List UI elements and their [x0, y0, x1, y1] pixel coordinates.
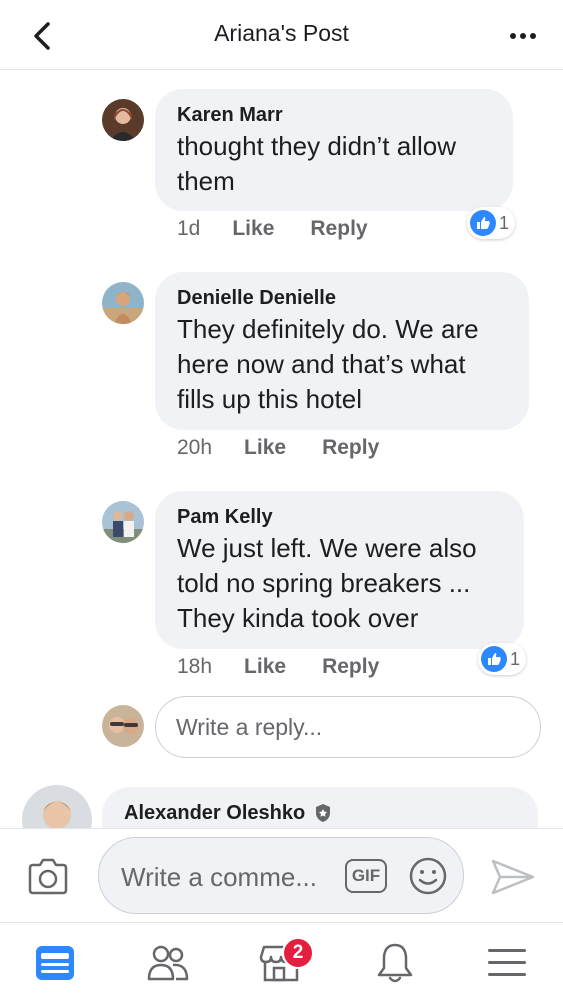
tab-menu[interactable] [484, 941, 530, 985]
more-options-button[interactable] [503, 24, 543, 48]
comment-actions: 18h Like Reply [177, 655, 415, 679]
avatar-image [102, 705, 144, 747]
send-icon [491, 859, 535, 895]
comments-list[interactable]: Karen Marr thought they didn’t allow the… [0, 71, 563, 828]
comment-text-line: here now and that’s what [177, 349, 466, 379]
comment-bubble[interactable]: Pam Kelly We just left. We were also tol… [155, 491, 524, 649]
like-button[interactable]: Like [232, 217, 274, 241]
more-dot [530, 33, 536, 39]
comment-author[interactable]: Alexander Oleshko [124, 801, 516, 825]
avatar[interactable] [22, 785, 92, 828]
back-button[interactable] [22, 16, 62, 56]
comment-timestamp: 1d [177, 217, 201, 240]
camera-icon [28, 858, 68, 895]
marketplace-badge: 2 [282, 937, 314, 969]
comment-actions: 20h Like Reply [177, 436, 415, 460]
tab-friends[interactable] [145, 941, 191, 985]
comment-text-line: We just left. We were also [177, 533, 477, 563]
avatar-image [102, 501, 144, 543]
avatar[interactable] [102, 501, 144, 543]
smile-icon [409, 857, 447, 895]
reaction-count: 1 [499, 212, 510, 233]
shield-badge-icon [316, 804, 331, 822]
like-reaction-icon [470, 210, 496, 236]
comment-bubble[interactable]: Denielle Denielle They definitely do. We… [155, 272, 529, 430]
friends-icon [147, 945, 189, 981]
reply-button[interactable]: Reply [322, 655, 379, 679]
comment-timestamp: 18h [177, 655, 213, 678]
comment-input-placeholder: Write a comme... [121, 862, 318, 892]
avatar[interactable] [102, 99, 144, 141]
comment-text-line: them [177, 166, 235, 196]
comment-text: We just left. We were also told no sprin… [177, 531, 502, 636]
comment-author[interactable]: Pam Kelly [177, 505, 502, 529]
header: Ariana's Post [0, 0, 563, 70]
tab-notifications[interactable] [372, 941, 418, 985]
comment-text-line: They definitely do. We are [177, 314, 479, 344]
more-dot [520, 33, 526, 39]
notifications-icon [377, 943, 413, 983]
avatar-image [102, 282, 144, 324]
gif-button[interactable]: GIF [345, 859, 387, 893]
menu-icon [488, 949, 526, 976]
reply-button[interactable]: Reply [310, 217, 367, 241]
comment-author[interactable]: Karen Marr [177, 103, 491, 127]
reply-button[interactable]: Reply [322, 436, 379, 460]
like-button[interactable]: Like [244, 436, 286, 460]
comment-bubble[interactable]: Karen Marr thought they didn’t allow the… [155, 89, 513, 211]
comment-text: thought they didn’t allow them [177, 129, 491, 199]
comment-text-line: fills up this hotel [177, 384, 362, 414]
reaction-summary[interactable]: 1 [467, 207, 516, 239]
like-button[interactable]: Like [244, 655, 286, 679]
reaction-summary[interactable]: 1 [478, 643, 527, 675]
current-user-avatar [102, 705, 144, 747]
avatar-image [102, 99, 144, 141]
like-reaction-icon [481, 646, 507, 672]
comment-actions: 1d Like Reply [177, 217, 404, 241]
comment-author[interactable]: Denielle Denielle [177, 286, 507, 310]
comment-composer: Write a comme... GIF [0, 828, 563, 922]
reply-input[interactable]: Write a reply... [155, 696, 541, 758]
comment-input[interactable]: Write a comme... GIF [98, 837, 464, 914]
chevron-left-icon [34, 22, 50, 50]
comment-text-line: They kinda took over [177, 603, 419, 633]
comment-text-line: told no spring breakers ... [177, 568, 471, 598]
comment-bubble[interactable]: Alexander Oleshko [102, 787, 538, 828]
page-title: Ariana's Post [214, 20, 349, 46]
send-button[interactable] [490, 857, 536, 897]
reply-input-placeholder: Write a reply... [176, 714, 323, 740]
comment-timestamp: 20h [177, 436, 213, 459]
comment-text-line: thought they didn’t allow [177, 131, 456, 161]
avatar[interactable] [102, 282, 144, 324]
camera-button[interactable] [26, 857, 70, 897]
comment-author-name: Alexander Oleshko [124, 802, 306, 824]
tab-news-feed[interactable] [32, 941, 78, 985]
comment-text: They definitely do. We are here now and … [177, 312, 507, 417]
news-feed-icon [36, 946, 74, 980]
reaction-count: 1 [510, 648, 521, 669]
avatar-image [22, 785, 92, 828]
emoji-button[interactable] [408, 856, 448, 896]
more-dots-icon [510, 33, 516, 39]
tab-bar: 2 [0, 922, 563, 1000]
